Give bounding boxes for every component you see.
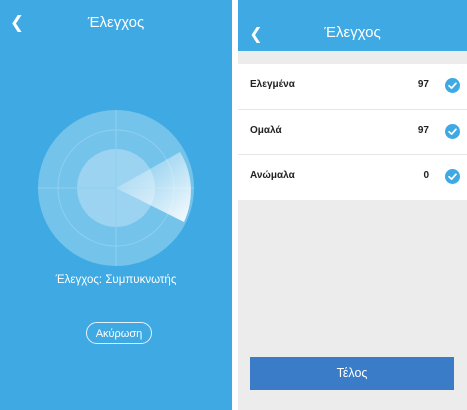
scan-status-text: Έλεγχος: Συμπυκνωτής <box>55 274 177 286</box>
list-item-label: Ανώμαλα <box>250 170 295 181</box>
list-item-label: Ελεγμένα <box>250 79 295 90</box>
list-item-count: 97 <box>417 124 429 136</box>
list-item-count: 97 <box>417 79 429 90</box>
radar-scan-graphic <box>38 110 194 266</box>
scanning-screen: ❮ Έλεγχος Έλεγχος: Συμπυκνωτής Ακύρωση <box>0 0 232 410</box>
done-button[interactable]: Τέλος <box>250 357 454 390</box>
list-item-normal: Ομαλά 97 <box>238 110 467 155</box>
page-title: Έλεγχος <box>324 24 381 41</box>
list-item-label: Ομαλά <box>250 124 282 136</box>
list-item-checked: Ελεγμένα 97 <box>238 64 467 110</box>
page-title: Έλεγχος <box>87 14 145 31</box>
list-item-count: 0 <box>423 170 429 181</box>
results-screen: ❮ Έλεγχος Ελεγμένα 97 Ομαλά 97 Ανώμαλα 0 <box>238 0 467 410</box>
list-item-abnormal: Ανώμαλα 0 <box>238 155 467 200</box>
results-list: Ελεγμένα 97 Ομαλά 97 Ανώμαλα 0 <box>238 64 467 200</box>
header: ❮ Έλεγχος <box>238 0 467 51</box>
check-circle-icon <box>445 169 460 184</box>
header: ❮ Έλεγχος <box>0 0 232 46</box>
cancel-button[interactable]: Ακύρωση <box>86 322 152 344</box>
check-circle-icon <box>445 78 460 93</box>
check-circle-icon <box>445 123 460 139</box>
